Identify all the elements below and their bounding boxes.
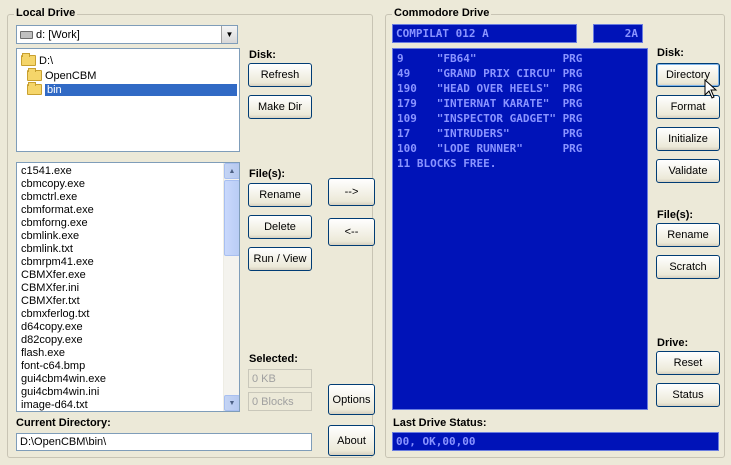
file-row[interactable]: font-c64.bmp [21,360,85,373]
initialize-button[interactable]: Initialize [656,127,720,151]
file-row[interactable]: gui4cbm4win.exe [21,373,106,386]
listing-row[interactable]: 190 "HEAD OVER HEELS" PRG [397,81,582,96]
listing-row[interactable]: 49 "GRAND PRIX CIRCU" PRG [397,66,582,81]
listing-row[interactable]: 109 "INSPECTOR GADGET" PRG [397,111,582,126]
scroll-down-icon[interactable]: ▼ [224,395,239,411]
commodore-drive-title: Commodore Drive [392,7,492,19]
folder-tree[interactable]: D:\ OpenCBM bin [16,48,240,152]
last-drive-status-field: 00, OK,00,00 [392,432,719,451]
file-row[interactable]: c1541.exe [21,165,72,178]
tree-item-root[interactable]: D:\ [21,53,53,68]
file-row[interactable]: d64copy.exe [21,321,83,334]
tree-item-label: D:\ [39,54,54,67]
file-row[interactable]: image-d64.txt [21,399,88,411]
about-button[interactable]: About [328,425,375,456]
tree-item-label: OpenCBM [45,69,97,82]
options-button[interactable]: Options [328,384,375,415]
copy-to-local-button[interactable]: <-- [328,218,375,246]
listing-row[interactable]: 9 "FB64" PRG [397,51,582,66]
file-row[interactable]: flash.exe [21,347,65,360]
local-files-label: File(s): [249,168,286,180]
file-list-scrollbar[interactable]: ▲ ▼ [223,163,239,411]
refresh-button[interactable]: Refresh [248,63,312,87]
file-row[interactable]: cbmformat.exe [21,204,94,217]
file-row[interactable]: cbmlink.exe [21,230,79,243]
file-row[interactable]: cbmrpm41.exe [21,256,94,269]
last-drive-status-label: Last Drive Status: [393,417,487,429]
drive-label: Drive: [657,337,689,349]
file-row[interactable]: gui4cbm4win.ini [21,386,99,399]
commodore-rename-button[interactable]: Rename [656,223,720,247]
delete-button[interactable]: Delete [248,215,312,239]
file-row[interactable]: CBMXfer.txt [21,295,80,308]
listing-row[interactable]: 179 "INTERNAT KARATE" PRG [397,96,582,111]
disk-id-field: 2A [593,24,643,43]
file-row[interactable]: cbmctrl.exe [21,191,77,204]
make-dir-button[interactable]: Make Dir [248,95,312,119]
selected-label: Selected: [249,353,298,365]
status-button[interactable]: Status [656,383,720,407]
file-list[interactable]: c1541.exe cbmcopy.exe cbmctrl.exe cbmfor… [16,162,240,412]
file-row[interactable]: cbmcopy.exe [21,178,85,191]
listing-row[interactable]: 100 "LODE RUNNER" PRG [397,141,582,156]
tree-item-bin[interactable]: bin [27,82,237,97]
local-drive-title: Local Drive [14,7,78,19]
tree-item-label: bin [45,83,237,96]
drive-select[interactable]: d: [Work] ▼ [16,25,238,44]
copy-to-commodore-button[interactable]: --> [328,178,375,206]
scratch-button[interactable]: Scratch [656,255,720,279]
scroll-up-icon[interactable]: ▲ [224,163,239,179]
folder-icon [21,53,36,66]
drive-icon [20,30,33,39]
rename-button[interactable]: Rename [248,183,312,207]
commodore-files-label: File(s): [657,209,694,221]
commodore-directory-listing[interactable]: 9 "FB64" PRG 49 "GRAND PRIX CIRCU" PRG 1… [392,48,648,410]
drive-select-value: d: [Work] [36,28,80,41]
run-view-button[interactable]: Run / View [248,247,312,271]
file-row[interactable]: cbmxferlog.txt [21,308,89,321]
disk-name-field: COMPILAT 012 A [392,24,577,43]
mouse-cursor-icon [704,79,718,99]
disk-name: COMPILAT 012 A [396,27,489,40]
file-row[interactable]: cbmforng.exe [21,217,88,230]
file-row[interactable]: d82copy.exe [21,334,83,347]
reset-button[interactable]: Reset [656,351,720,375]
last-drive-status: 00, OK,00,00 [396,435,476,448]
current-directory-field[interactable]: D:\OpenCBM\bin\ [16,433,312,451]
current-directory-label: Current Directory: [16,417,111,429]
local-disk-label: Disk: [249,49,276,61]
blocks-free-row: 11 BLOCKS FREE. [397,157,497,170]
scrollbar-thumb[interactable] [224,180,239,256]
folder-icon [27,68,42,81]
file-row[interactable]: cbmlink.txt [21,243,73,256]
file-row[interactable]: CBMXfer.exe [21,269,86,282]
listing-row[interactable]: 17 "INTRUDERS" PRG [397,126,582,141]
file-row[interactable]: CBMXfer.ini [21,282,79,295]
selected-blocks-field: 0 Blocks [248,392,312,411]
validate-button[interactable]: Validate [656,159,720,183]
disk-id: 2A [624,27,638,40]
selected-kb-field: 0 KB [248,369,312,388]
folder-open-icon [27,82,42,95]
tree-item-opencbm[interactable]: OpenCBM [27,68,96,83]
chevron-down-icon[interactable]: ▼ [221,26,237,43]
commodore-disk-label: Disk: [657,47,684,59]
